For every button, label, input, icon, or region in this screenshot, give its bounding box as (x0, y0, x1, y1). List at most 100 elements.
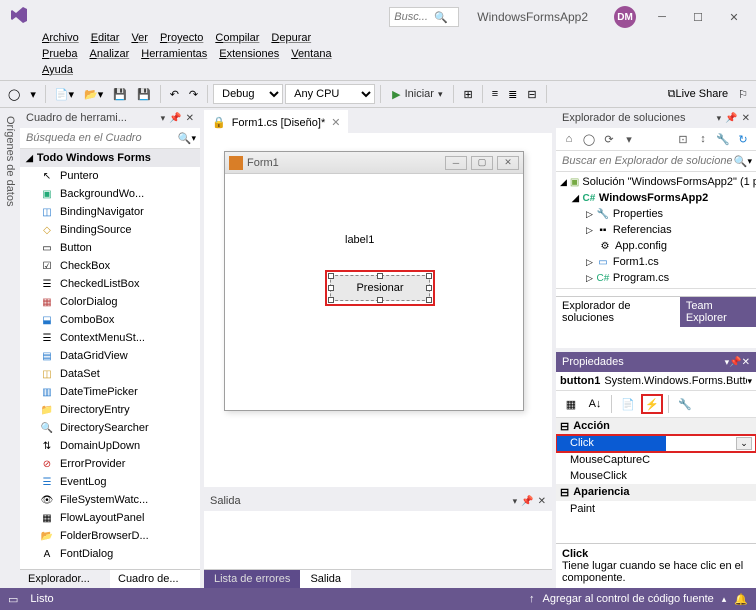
property-pages-icon[interactable]: 🔧 (674, 394, 696, 414)
toolbox-item[interactable]: ⬓ComboBox (20, 311, 200, 329)
sync-icon[interactable]: ⟳ (600, 131, 618, 147)
tree-properties-node[interactable]: ▷ 🔧 Properties (556, 206, 756, 222)
collapse-icon[interactable]: ⊟ (560, 486, 569, 499)
menu-depurar[interactable]: Depurar (265, 30, 317, 46)
property-value[interactable] (666, 501, 756, 517)
toolbox-item[interactable]: ⊘ErrorProvider (20, 455, 200, 473)
solution-search[interactable]: 🔍 ▾ (556, 151, 756, 172)
toolbox-item[interactable]: ▣BackgroundWo... (20, 185, 200, 203)
toolbox-item[interactable]: ▥DateTimePicker (20, 383, 200, 401)
align-tool-3[interactable]: ⊟ (523, 86, 540, 103)
categorized-icon[interactable]: ▦ (560, 394, 582, 414)
toolbox-search[interactable]: 🔍 ▾ (20, 128, 200, 149)
close-icon[interactable]: ✕ (538, 496, 546, 507)
undo-button[interactable]: ↶ (166, 86, 183, 103)
resize-handle[interactable] (328, 285, 334, 291)
designed-button1[interactable]: Presionar (330, 275, 430, 301)
resize-handle[interactable] (328, 297, 334, 303)
property-row[interactable]: MouseCaptureC (556, 452, 756, 468)
solution-search-input[interactable] (560, 153, 734, 169)
align-tool-2[interactable]: ≣ (504, 86, 521, 103)
toolbox-item[interactable]: ▦ColorDialog (20, 293, 200, 311)
tree-file-node[interactable]: ▷ C# Program.cs (556, 270, 756, 286)
solution-config-select[interactable]: Debug (213, 84, 283, 104)
properties-icon[interactable]: 🔧 (714, 131, 732, 147)
toolbox-item[interactable]: ☑CheckBox (20, 257, 200, 275)
toolbox-options-icon[interactable]: ▾ (161, 113, 166, 124)
toolbox-item[interactable]: 🔍DirectorySearcher (20, 419, 200, 437)
property-value[interactable] (666, 452, 756, 468)
menu-archivo[interactable]: Archivo (36, 30, 85, 46)
menu-extensiones[interactable]: Extensiones (213, 46, 285, 62)
align-tool-1[interactable]: ≡ (488, 86, 502, 102)
menu-ver[interactable]: Ver (125, 30, 154, 46)
showall-icon[interactable]: ⊡ (674, 131, 692, 147)
solution-platform-select[interactable]: Any CPU (285, 84, 375, 104)
pin-icon[interactable]: 📌 (729, 357, 741, 368)
filter-icon[interactable]: ▾ (620, 131, 638, 147)
dropdown-icon[interactable]: ⌄ (736, 437, 752, 450)
toolbox-item[interactable]: ☰ContextMenuSt... (20, 329, 200, 347)
alphabetical-icon[interactable]: A↓ (584, 394, 606, 414)
property-grid[interactable]: ⊟ Acción Click ⌄ MouseCaptureC MouseClic… (556, 418, 756, 543)
designed-button-selection[interactable]: Presionar (325, 270, 435, 306)
toolbox-item[interactable]: ▦FlowLayoutPanel (20, 509, 200, 527)
events-mode-icon[interactable]: ⚡ (641, 394, 663, 414)
tab-team-explorer[interactable]: Team Explorer (680, 297, 756, 327)
pin-icon[interactable]: 📌 (169, 113, 181, 124)
solution-tree[interactable]: ◢ ▣ Solución "WindowsFormsApp2" (1 p ◢ C… (556, 172, 756, 288)
properties-target[interactable]: button1 System.Windows.Forms.Butto ▾ (556, 372, 756, 391)
toolbox-item[interactable]: ◇BindingSource (20, 221, 200, 239)
save-all-button[interactable]: 💾 (133, 86, 155, 103)
tab-solution-explorer[interactable]: Explorador de soluciones (556, 297, 680, 327)
tab-toolbox[interactable]: Cuadro de... (110, 570, 200, 588)
menu-proyecto[interactable]: Proyecto (154, 30, 209, 46)
tab-error-list[interactable]: Lista de errores (204, 570, 300, 588)
notifications-icon[interactable]: 🔔 (734, 593, 748, 606)
quick-launch-search[interactable]: 🔍 (389, 7, 459, 27)
quick-launch-input[interactable] (394, 11, 434, 23)
tree-file-node[interactable]: ▷ ▭ Form1.cs (556, 254, 756, 270)
save-button[interactable]: 💾 (109, 86, 131, 103)
resize-handle[interactable] (426, 297, 432, 303)
toolbox-item[interactable]: ◫BindingNavigator (20, 203, 200, 221)
pin-icon[interactable]: 📌 (521, 496, 533, 507)
menu-editar[interactable]: Editar (85, 30, 126, 46)
nav-fwd-button[interactable]: ▾ (26, 86, 40, 103)
property-category[interactable]: ⊟ Apariencia (556, 484, 756, 501)
start-debugging-button[interactable]: ▶ Iniciar ▾ (386, 86, 448, 103)
redo-button[interactable]: ↷ (185, 86, 202, 103)
window-minimize-button[interactable]: ─ (644, 4, 680, 30)
property-value[interactable] (666, 468, 756, 484)
toolbox-item[interactable]: ↖Puntero (20, 167, 200, 185)
toolbox-item[interactable]: ▤DataGridView (20, 347, 200, 365)
collapse-icon[interactable]: ↕ (694, 131, 712, 147)
expand-icon[interactable]: ▷ (586, 209, 593, 220)
source-control-icon[interactable]: ↑ (529, 593, 535, 605)
expand-icon[interactable]: ▷ (586, 273, 593, 284)
toolbox-item[interactable]: ▭Button (20, 239, 200, 257)
tab-output[interactable]: Salida (300, 570, 351, 588)
menu-ventana[interactable]: Ventana (285, 46, 337, 62)
tab-server-explorer[interactable]: Explorador... (20, 570, 110, 588)
toolbox-search-input[interactable] (24, 130, 178, 146)
close-icon[interactable]: ✕ (742, 113, 750, 124)
window-close-button[interactable]: ✕ (716, 4, 752, 30)
designed-label1[interactable]: label1 (345, 234, 374, 246)
collapse-icon[interactable]: ⊟ (560, 420, 569, 433)
toolbox-item[interactable]: ◫DataSet (20, 365, 200, 383)
close-icon[interactable]: ✕ (186, 113, 194, 124)
side-tab-datasources[interactable]: Orígenes de datos (0, 108, 20, 588)
tree-references-node[interactable]: ▷ ▪▪ Referencias (556, 222, 756, 238)
layout-tool-1[interactable]: ⊞ (459, 86, 476, 103)
expand-icon[interactable]: ▷ (586, 225, 593, 236)
menu-ayuda[interactable]: Ayuda (36, 62, 79, 78)
menu-compilar[interactable]: Compilar (209, 30, 265, 46)
toolbox-item[interactable]: ⇅DomainUpDown (20, 437, 200, 455)
tree-solution-node[interactable]: ◢ ▣ Solución "WindowsFormsApp2" (1 p (556, 174, 756, 190)
resize-handle[interactable] (328, 273, 334, 279)
close-icon[interactable]: ✕ (742, 357, 750, 368)
source-control-text[interactable]: Agregar al control de código fuente (543, 593, 714, 605)
back-icon[interactable]: ◯ (580, 131, 598, 147)
refresh-icon[interactable]: ↻ (734, 131, 752, 147)
